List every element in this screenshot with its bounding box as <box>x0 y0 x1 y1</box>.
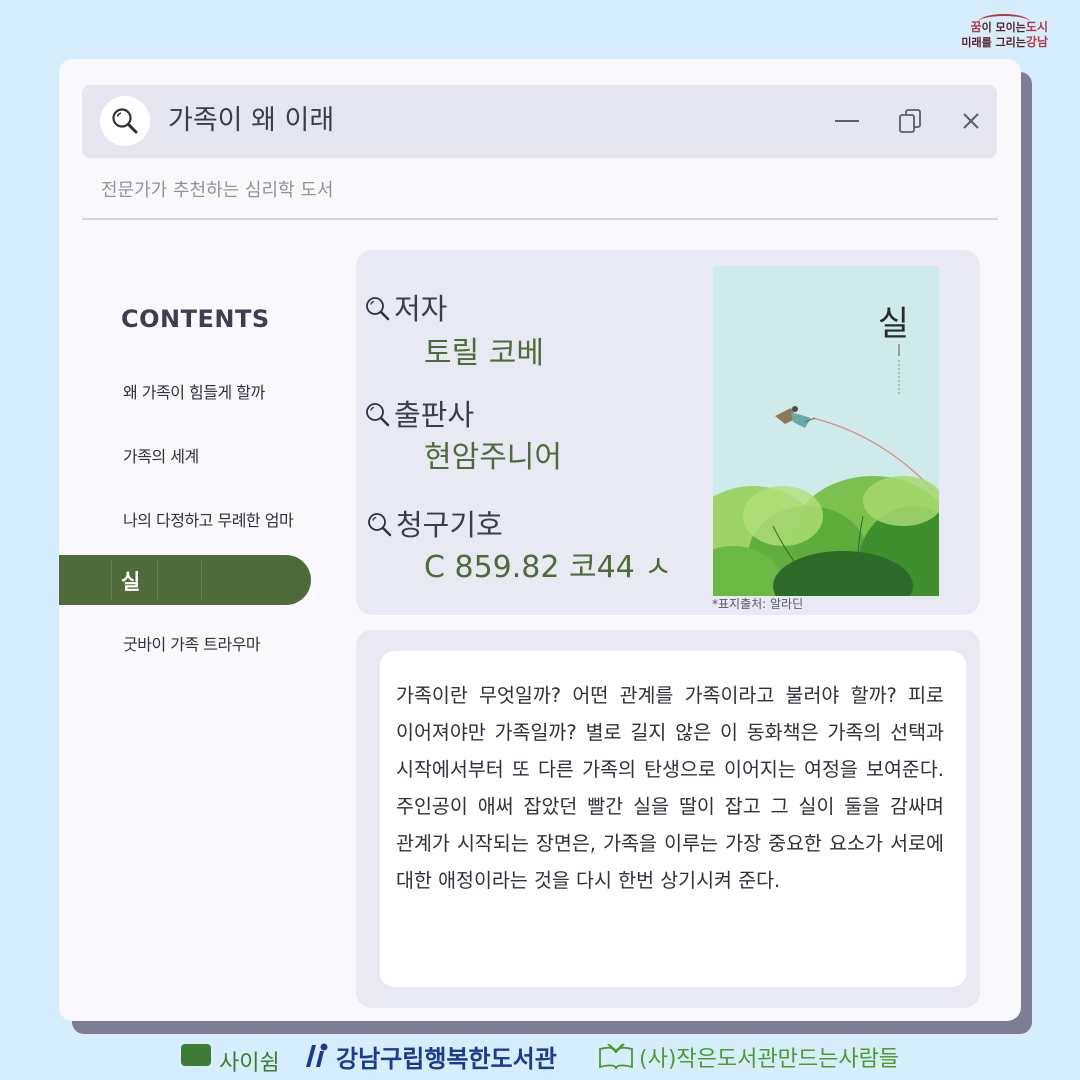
copy-button[interactable] <box>892 103 928 139</box>
main-window: 가족이 왜 이래 전문가가 추천하는 심리학 도서 CONTENTS 왜 가족이… <box>59 59 1021 1021</box>
minimize-button[interactable] <box>829 103 865 139</box>
brand-logo-arc <box>978 14 1030 30</box>
library-mark-icon <box>306 1043 328 1067</box>
page-subtitle: 전문가가 추천하는 심리학 도서 <box>101 180 334 201</box>
sai-swim-mark <box>181 1044 211 1066</box>
book-sprout-icon <box>599 1043 633 1070</box>
description-card: 가족이란 무엇일까? 어떤 관계를 가족이라고 불러야 할까? 피로 이어져야만… <box>356 630 980 1008</box>
toc-item[interactable]: 왜 가족이 힘들게 할까 <box>123 379 265 403</box>
search-bar[interactable]: 가족이 왜 이래 <box>82 85 997 158</box>
book-cover: 실 <box>713 266 939 596</box>
gangnam-library-name: 강남구립행복한도서관 <box>336 1045 557 1073</box>
magnifier-icon <box>366 297 390 321</box>
author-value: 토릴 코베 <box>424 336 544 371</box>
close-button[interactable] <box>953 103 989 139</box>
toc-active-stripe <box>111 560 112 600</box>
brand-logo-line2: 미래를 그리는강남 <box>961 35 1048 50</box>
toc-active-stripe <box>157 560 158 600</box>
publisher-value: 현암주니어 <box>424 440 562 475</box>
close-icon <box>963 113 979 129</box>
divider <box>82 218 998 220</box>
footer: 사이쉼 강남구립행복한도서관 (사)작은도서관만드는사람들 <box>0 1037 1080 1076</box>
publisher-label: 출판사 <box>394 398 475 432</box>
search-icon <box>112 108 138 134</box>
contents-heading: CONTENTS <box>121 305 270 333</box>
book-info-card: 저자 토릴 코베 출판사 현암주니어 청구기호 C 859.82 코44 ㅅ 실… <box>356 250 980 615</box>
brand-logo-text: 강남 <box>1025 35 1048 49</box>
author-label: 저자 <box>394 292 448 326</box>
call-number-label: 청구기호 <box>396 508 503 542</box>
toc-item-active-label: 실 <box>121 570 141 594</box>
toc-active-stripe <box>201 560 202 600</box>
brand-logo: 꿈이 모이는도시 미래를 그리는강남 <box>961 14 1048 50</box>
publisher-label-row: 출판사 <box>364 398 474 432</box>
magnifier-icon <box>366 403 390 427</box>
toc-item[interactable]: 가족의 세계 <box>123 443 199 467</box>
brand-logo-text: 미래 <box>961 36 982 49</box>
cover-source-caption: *표지출처: 알라딘 <box>712 597 804 611</box>
brand-logo-text: 를 그리는 <box>981 36 1026 49</box>
author-label-row: 저자 <box>364 292 447 326</box>
magnifier-icon <box>368 513 392 537</box>
book-description: 가족이란 무엇일까? 어떤 관계를 가족이라고 불러야 할까? 피로 이어져야만… <box>396 684 944 892</box>
sai-swim-name: 사이쉼 <box>219 1051 280 1076</box>
toc-item[interactable]: 나의 다정하고 무례한 엄마 <box>123 507 294 531</box>
toc-item-active[interactable]: 실 <box>59 555 311 605</box>
toc-item[interactable]: 굿바이 가족 트라우마 <box>123 631 261 655</box>
search-icon-button[interactable] <box>100 96 150 146</box>
call-number-value: C 859.82 코44 ㅅ <box>424 550 672 585</box>
small-library-name: (사)작은도서관만드는사람들 <box>639 1047 900 1072</box>
copy-icon <box>899 109 921 133</box>
book-cover-title: 실 <box>877 304 909 344</box>
description-panel: 가족이란 무엇일까? 어떤 관계를 가족이라고 불러야 할까? 피로 이어져야만… <box>380 651 966 987</box>
minimize-icon <box>835 120 859 122</box>
call-number-label-row: 청구기호 <box>366 508 503 542</box>
search-query[interactable]: 가족이 왜 이래 <box>168 101 334 141</box>
